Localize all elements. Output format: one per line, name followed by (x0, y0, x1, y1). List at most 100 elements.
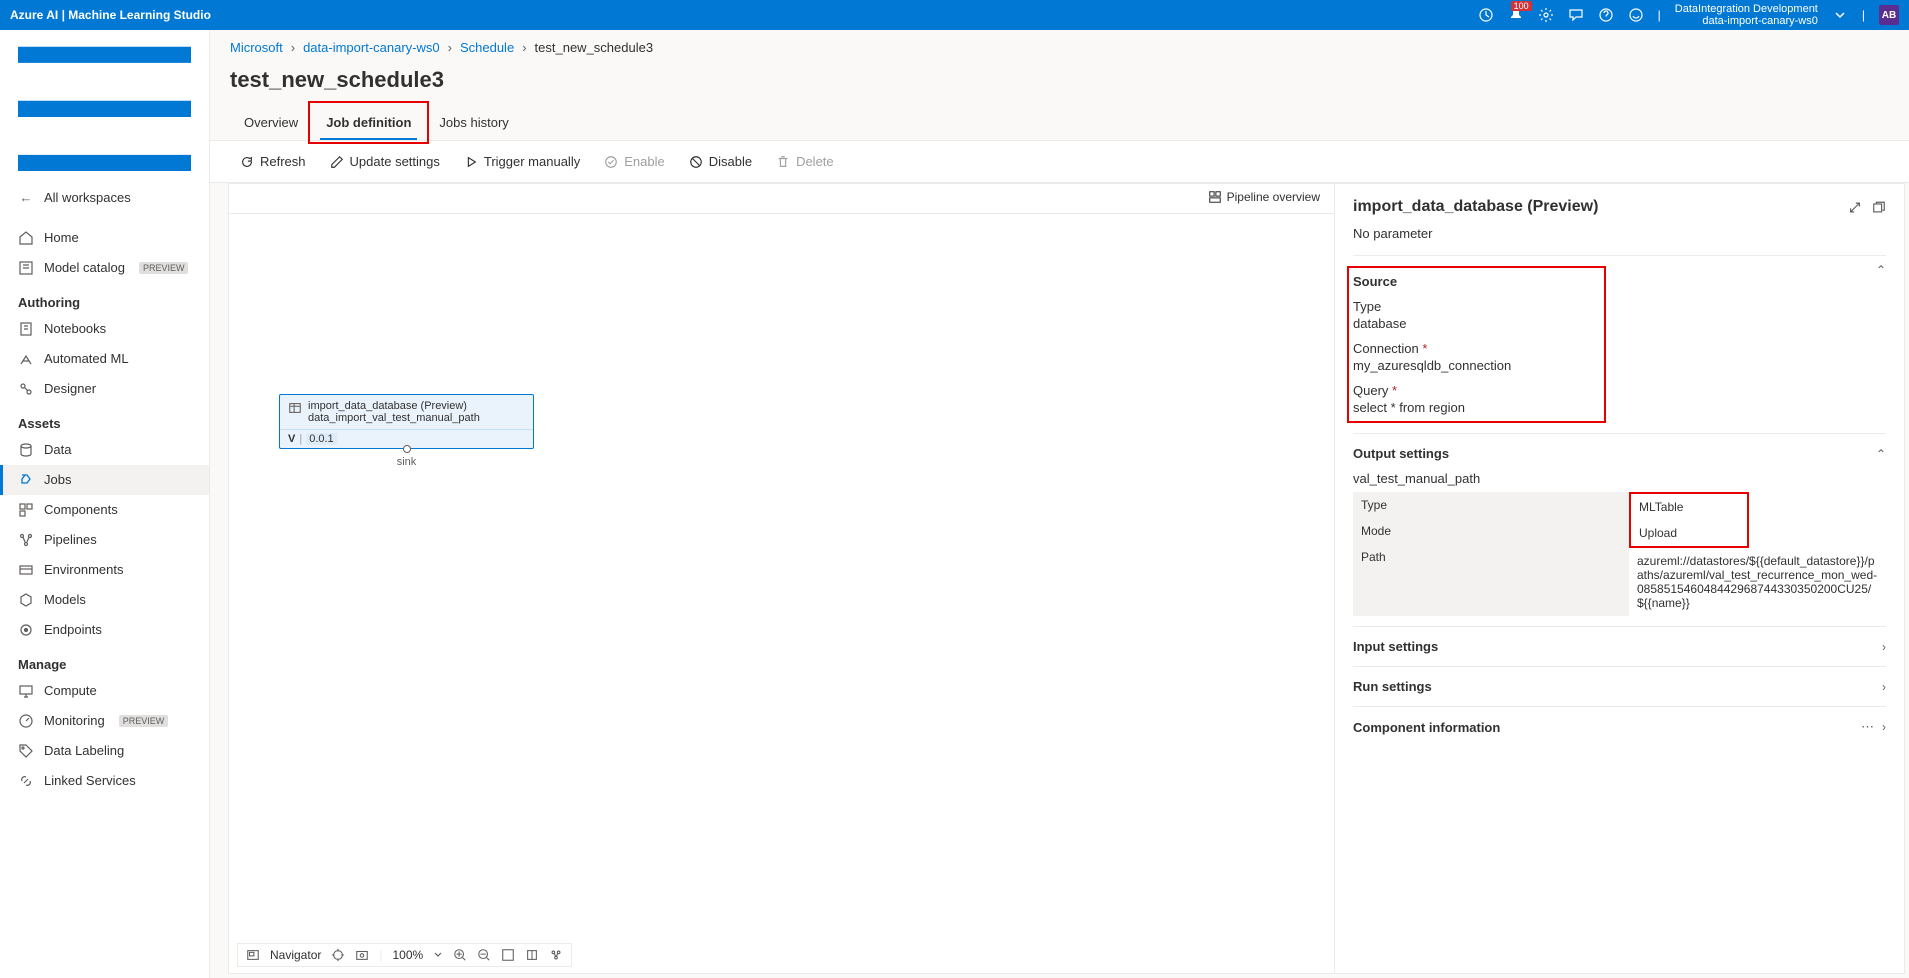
no-parameter-text: No parameter (1353, 226, 1886, 241)
trigger-manually-button[interactable]: Trigger manually (454, 149, 590, 174)
gear-icon[interactable] (1538, 7, 1554, 23)
refresh-icon (240, 155, 254, 169)
home-icon (18, 230, 34, 246)
node-output-port[interactable] (403, 445, 411, 453)
version-prefix: V (288, 433, 295, 445)
compute-icon (18, 683, 34, 699)
linked-icon (18, 773, 34, 789)
output-mode-label: Mode (1361, 524, 1621, 538)
sidebar-jobs[interactable]: Jobs (0, 465, 209, 495)
feedback-icon[interactable] (1568, 7, 1584, 23)
sidebar-section-authoring: Authoring (0, 283, 209, 314)
disable-button[interactable]: Disable (679, 149, 762, 174)
sidebar-environments[interactable]: Environments (0, 555, 209, 585)
sidebar-endpoints[interactable]: Endpoints (0, 615, 209, 645)
actual-size-icon[interactable] (525, 948, 539, 962)
zoom-out-icon[interactable] (477, 948, 491, 962)
zoom-in-icon[interactable] (453, 948, 467, 962)
sidebar-models[interactable]: Models (0, 585, 209, 615)
help-icon[interactable] (1598, 7, 1614, 23)
chevron-down-icon[interactable] (1832, 7, 1848, 23)
tab-job-definition[interactable]: Job definition (312, 105, 425, 140)
sidebar-linked-services[interactable]: Linked Services (0, 766, 209, 796)
sidebar-data[interactable]: Data (0, 435, 209, 465)
breadcrumb-workspace[interactable]: data-import-canary-ws0 (303, 40, 440, 55)
environments-icon (18, 562, 34, 578)
tab-overview[interactable]: Overview (230, 105, 312, 140)
jobs-icon (18, 472, 34, 488)
sidebar: ←All workspaces Home Model catalogPREVIE… (0, 30, 210, 978)
catalog-icon (18, 260, 34, 276)
section-source-header[interactable]: Source (1353, 272, 1600, 291)
popout-icon[interactable] (1872, 199, 1886, 216)
pipeline-node[interactable]: import_data_database (Preview) data_impo… (279, 394, 534, 449)
section-input-settings[interactable]: Input settings › (1353, 626, 1886, 666)
play-icon (464, 155, 478, 169)
sidebar-compute[interactable]: Compute (0, 676, 209, 706)
canvas[interactable]: import_data_database (Preview) data_impo… (229, 214, 1334, 973)
sidebar-home[interactable]: Home (0, 223, 209, 253)
section-component-info[interactable]: Component information ⋯› (1353, 706, 1886, 747)
smiley-icon[interactable] (1628, 7, 1644, 23)
canvas-area: Pipeline overview import_data_database (… (229, 184, 1334, 973)
models-icon (18, 592, 34, 608)
fit-icon[interactable] (501, 948, 515, 962)
type-value: database (1353, 316, 1600, 331)
more-icon[interactable]: ⋯ (1861, 719, 1874, 734)
avatar[interactable]: AB (1879, 5, 1899, 25)
check-icon (604, 155, 618, 169)
pipeline-overview-button[interactable]: Pipeline overview (1208, 190, 1320, 204)
update-settings-button[interactable]: Update settings (320, 149, 450, 174)
sidebar-section-manage: Manage (0, 645, 209, 676)
section-output-header[interactable]: Output settings ⌃ (1353, 444, 1886, 463)
chevron-right-icon: › (1882, 680, 1886, 694)
preview-badge: PREVIEW (119, 715, 169, 727)
top-bar-actions: 100 | DataIntegration Development data-i… (1478, 3, 1899, 27)
breadcrumb-microsoft[interactable]: Microsoft (230, 40, 283, 55)
sidebar-components[interactable]: Components (0, 495, 209, 525)
highlight-box-source: Source Type database Connection * my_azu… (1347, 266, 1606, 423)
chevron-up-icon: ⌃ (1876, 447, 1886, 461)
node-version: 0.0.1 (306, 433, 336, 445)
section-run-settings[interactable]: Run settings › (1353, 666, 1886, 706)
canvas-footer: Navigator | 100% (237, 943, 572, 967)
trash-icon (776, 155, 790, 169)
sidebar-model-catalog[interactable]: Model catalogPREVIEW (0, 253, 209, 283)
output-subtitle: val_test_manual_path (1353, 471, 1886, 486)
components-icon (18, 502, 34, 518)
details-panel: import_data_database (Preview) No parame… (1334, 184, 1904, 973)
navigator-icon[interactable] (246, 948, 260, 962)
notifications-icon[interactable]: 100 (1508, 7, 1524, 23)
expand-icon[interactable] (1848, 199, 1862, 216)
tabs: Overview Job definition Jobs history (210, 105, 1909, 141)
page-title: test_new_schedule3 (210, 63, 1909, 105)
chevron-up-icon[interactable]: ⌃ (1876, 263, 1886, 277)
sidebar-pipelines[interactable]: Pipelines (0, 525, 209, 555)
clock-icon[interactable] (1478, 7, 1494, 23)
edit-icon (330, 155, 344, 169)
delete-button: Delete (766, 149, 844, 174)
sidebar-designer[interactable]: Designer (0, 374, 209, 404)
connection-label: Connection * (1353, 341, 1600, 356)
breadcrumb-schedule[interactable]: Schedule (460, 40, 514, 55)
navigator-label[interactable]: Navigator (270, 948, 321, 962)
endpoints-icon (18, 622, 34, 638)
notification-badge: 100 (1511, 1, 1532, 11)
sidebar-notebooks[interactable]: Notebooks (0, 314, 209, 344)
sidebar-monitoring[interactable]: MonitoringPREVIEW (0, 706, 209, 736)
refresh-button[interactable]: Refresh (230, 149, 316, 174)
layout-icon[interactable] (549, 948, 563, 962)
node-title: import_data_database (Preview) (308, 400, 525, 412)
hamburger-menu[interactable] (0, 38, 209, 183)
zoom-level[interactable]: 100% (392, 948, 423, 962)
sidebar-data-labeling[interactable]: Data Labeling (0, 736, 209, 766)
chevron-down-icon[interactable] (433, 948, 443, 962)
tab-jobs-history[interactable]: Jobs history (425, 105, 522, 140)
toolbar: Refresh Update settings Trigger manually… (210, 141, 1909, 183)
locate-icon[interactable] (331, 948, 345, 962)
sidebar-automated-ml[interactable]: Automated ML (0, 344, 209, 374)
enable-button: Enable (594, 149, 674, 174)
workspace-selector[interactable]: DataIntegration Development data-import-… (1675, 3, 1818, 27)
sidebar-all-workspaces[interactable]: ←All workspaces (0, 183, 209, 213)
screenshot-icon[interactable] (355, 948, 369, 962)
